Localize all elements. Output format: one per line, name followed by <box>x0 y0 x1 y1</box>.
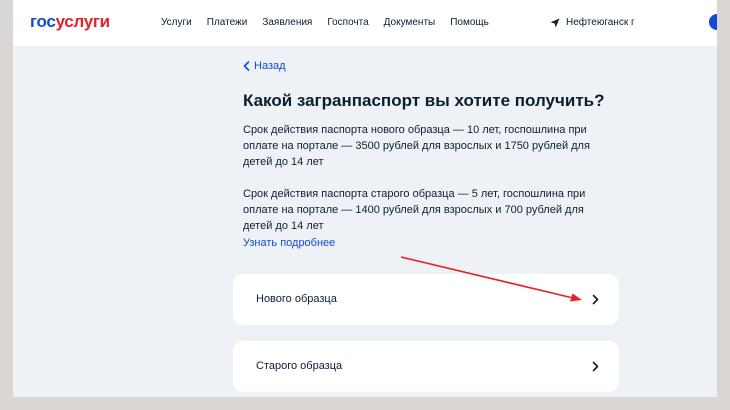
option-label: Старого образца <box>256 360 343 372</box>
location-label: Нефтеюганск г <box>566 17 635 28</box>
old-passport-info: Срок действия паспорта старого образца —… <box>243 188 586 232</box>
page-title: Какой загранпаспорт вы хотите получить? <box>243 91 605 110</box>
chevron-left-icon <box>243 61 250 71</box>
logo-part-gos: гос <box>30 12 56 31</box>
nav-item-documents[interactable]: Документы <box>384 17 436 28</box>
browser-viewport: госуслуги Услуги Платежи Заявления Госпо… <box>13 0 717 397</box>
nav-item-services[interactable]: Услуги <box>161 17 192 28</box>
option-old-passport[interactable]: Старого образца <box>233 341 619 392</box>
option-label: Нового образца <box>256 293 337 305</box>
main-nav: Услуги Платежи Заявления Госпочта Докуме… <box>161 17 504 28</box>
back-label: Назад <box>254 60 286 72</box>
learn-more-link[interactable]: Узнать подробнее <box>243 237 335 249</box>
chevron-right-icon <box>592 361 599 372</box>
location-selector[interactable]: Нефтеюганск г <box>550 17 635 28</box>
avatar[interactable] <box>709 14 717 30</box>
nav-item-gospochta[interactable]: Госпочта <box>327 17 368 28</box>
nav-item-applications[interactable]: Заявления <box>262 17 312 28</box>
site-header: госуслуги Услуги Платежи Заявления Госпо… <box>13 0 717 46</box>
nav-item-help[interactable]: Помощь <box>450 17 489 28</box>
gosuslugi-logo[interactable]: госуслуги <box>30 12 110 32</box>
location-arrow-icon <box>550 18 560 27</box>
logo-part-uslugi: услуги <box>55 12 111 31</box>
nav-item-payments[interactable]: Платежи <box>207 17 248 28</box>
option-new-passport[interactable]: Нового образца <box>233 274 619 325</box>
new-passport-info: Срок действия паспорта нового образца — … <box>243 124 590 168</box>
chevron-right-icon <box>592 294 599 305</box>
back-link[interactable]: Назад <box>243 60 286 72</box>
